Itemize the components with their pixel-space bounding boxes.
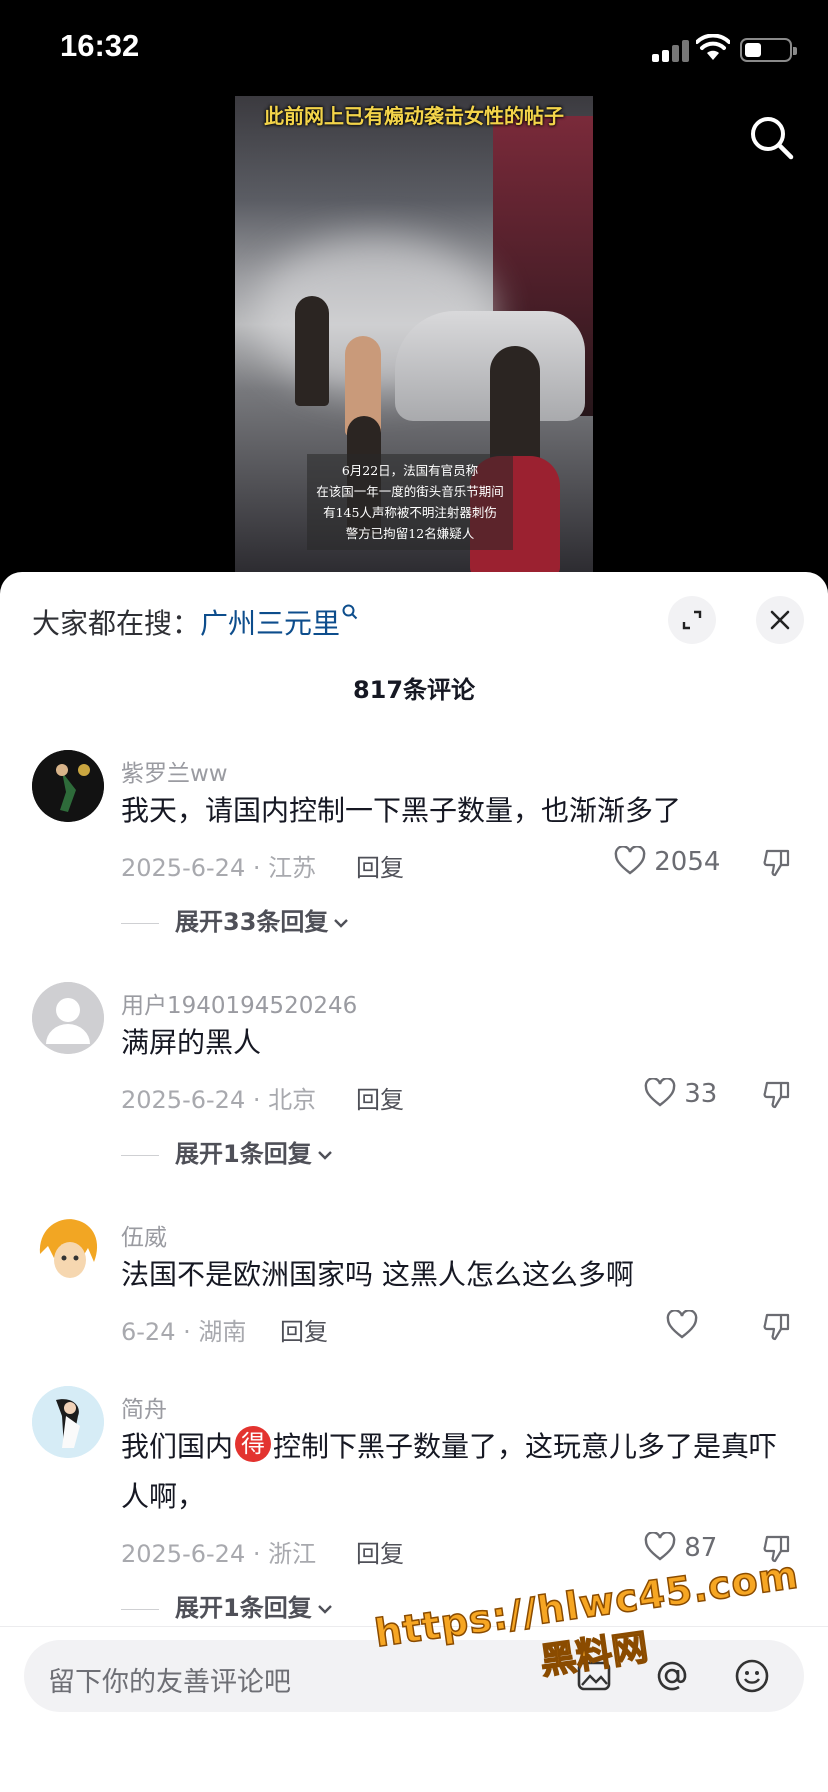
expand-replies-button[interactable]: 展开33条回复 <box>121 902 350 937</box>
comment-input-placeholder: 留下你的友善评论吧 <box>48 1667 291 1698</box>
reply-button[interactable]: 回复 <box>356 1080 404 1115</box>
comment-text: 我天，请国内控制一下黑子数量，也渐渐多了 <box>121 794 682 827</box>
expand-replies-button[interactable]: 展开1条回复 <box>121 1588 334 1623</box>
wifi-icon <box>696 34 730 60</box>
emoji-icon[interactable] <box>734 1658 770 1694</box>
video-caption-title: 此前网上已有煽动袭击女性的帖子 <box>264 104 564 128</box>
like-count: 2054 <box>654 847 721 877</box>
comment-text: 我们国内得控制下黑子数量了，这玩意儿多了是真吓人啊， <box>121 1422 801 1522</box>
expand-sheet-button[interactable] <box>668 596 716 644</box>
search-icon[interactable] <box>748 114 796 162</box>
avatar[interactable] <box>32 1386 104 1458</box>
comment-text: 满屏的黑人 <box>121 1026 262 1059</box>
comment-meta: 2025-6-24 · 北京 <box>121 1086 317 1114</box>
avatar[interactable] <box>32 982 104 1054</box>
reply-button[interactable]: 回复 <box>356 1534 404 1569</box>
avatar[interactable] <box>32 1214 104 1286</box>
like-button[interactable] <box>666 1309 698 1341</box>
like-button[interactable]: 33 <box>644 1077 718 1109</box>
expand-replies-button[interactable]: 展开1条回复 <box>121 1134 334 1169</box>
dislike-icon[interactable] <box>762 1312 792 1342</box>
trending-search[interactable]: 大家都在搜：广州三元里 <box>32 602 358 642</box>
comment-username[interactable]: 紫罗兰ww <box>121 754 228 788</box>
avatar[interactable] <box>32 750 104 822</box>
comment-meta: 2025-6-24 · 浙江 <box>121 1540 317 1568</box>
trending-keyword[interactable]: 广州三元里 <box>200 607 340 640</box>
like-count: 87 <box>684 1533 718 1563</box>
dislike-icon[interactable] <box>762 848 792 878</box>
video-caption-line: 警方已拘留12名嫌疑人 <box>345 526 475 541</box>
chevron-down-icon <box>317 1151 332 1160</box>
close-icon <box>770 610 790 630</box>
like-button[interactable]: 2054 <box>614 845 721 877</box>
avatar-image <box>32 750 104 822</box>
close-sheet-button[interactable] <box>756 596 804 644</box>
avatar-image <box>32 1214 104 1286</box>
heart-icon <box>644 1531 676 1561</box>
video-caption-line: 有145人声称被不明注射器刺伤 <box>323 505 497 520</box>
chevron-down-icon <box>334 919 349 928</box>
like-button[interactable]: 87 <box>644 1531 718 1563</box>
comment-meta: 6-24 · 湖南 <box>121 1318 247 1346</box>
expand-replies-label: 展开33条回复 <box>175 908 329 936</box>
comment-text: 法国不是欧洲国家吗 这黑人怎么这么多啊 <box>121 1258 634 1291</box>
comment-text-part: 我们国内 <box>121 1430 234 1463</box>
de-badge-icon: 得 <box>235 1426 272 1462</box>
video-caption-line: 6月22日，法国有官员称 <box>341 463 479 478</box>
cellular-signal-icon <box>652 38 692 62</box>
comment-username[interactable]: 用户1940194520246 <box>121 986 357 1020</box>
video-caption-box: 6月22日，法国有官员称 在该国一年一度的街头音乐节期间 有145人声称被不明注… <box>307 454 513 550</box>
reply-button[interactable]: 回复 <box>280 1312 328 1347</box>
heart-icon <box>666 1309 698 1339</box>
trending-label: 大家都在搜： <box>32 607 201 640</box>
video-player[interactable]: 此前网上已有煽动袭击女性的帖子 6月22日，法国有官员称 在该国一年一度的街头音… <box>235 96 593 572</box>
reply-button[interactable]: 回复 <box>356 848 404 883</box>
expand-replies-label: 展开1条回复 <box>175 1594 312 1622</box>
search-small-icon <box>342 604 358 620</box>
like-count: 33 <box>684 1079 718 1109</box>
comment-count: 817条评论 <box>352 676 476 704</box>
comment-username[interactable]: 伍威 <box>121 1218 167 1252</box>
comment-meta: 2025-6-24 · 江苏 <box>121 854 317 882</box>
comment-username[interactable]: 简舟 <box>121 1390 167 1424</box>
dislike-icon[interactable] <box>762 1080 792 1110</box>
heart-icon <box>644 1077 676 1107</box>
default-avatar-icon <box>32 982 104 1054</box>
video-caption-line: 在该国一年一度的街头音乐节期间 <box>316 484 504 499</box>
heart-icon <box>614 845 646 875</box>
status-bar: 16:32 <box>0 0 828 96</box>
chevron-down-icon <box>317 1605 332 1614</box>
expand-replies-label: 展开1条回复 <box>175 1140 312 1168</box>
battery-icon <box>740 38 797 62</box>
expand-icon <box>682 610 702 630</box>
status-time: 16:32 <box>60 28 140 63</box>
avatar-image <box>32 1386 104 1458</box>
